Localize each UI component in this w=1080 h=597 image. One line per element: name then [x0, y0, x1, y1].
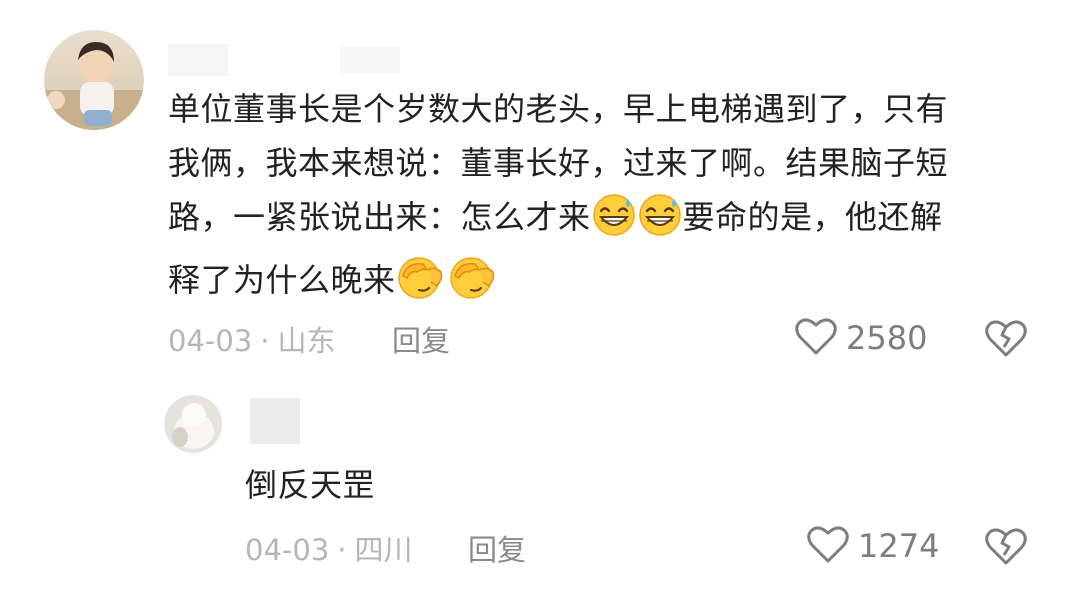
reply-button[interactable]: 回复 — [392, 318, 450, 360]
reply-location: 四川 — [354, 533, 413, 567]
comment-date: 04-03 — [168, 324, 253, 358]
commenter-username[interactable] — [168, 44, 228, 76]
like-button[interactable]: 1274 — [806, 523, 939, 569]
comment-location: 山东 — [277, 324, 336, 358]
meta-separator: · — [337, 533, 347, 567]
comment-line: 路，一紧张说出来：怎么才来 要命的是，他还解 — [168, 190, 1028, 253]
commenter-username-blur — [340, 46, 400, 74]
comment-line: 释了为什么晚来 — [168, 253, 1028, 316]
reply-meta: 04-03 · 四川 — [245, 527, 413, 569]
heart-outline-icon — [794, 315, 838, 361]
grinning-sweat-emoji — [592, 193, 636, 253]
facepalm-emoji — [397, 256, 447, 316]
comment-meta: 04-03 · 山东 — [168, 318, 336, 360]
like-button[interactable]: 2580 — [794, 315, 927, 361]
like-count: 2580 — [846, 319, 928, 357]
commenter-avatar[interactable] — [44, 30, 144, 130]
broken-heart-icon — [984, 320, 1028, 363]
reply-body: 倒反天罡 — [245, 466, 376, 504]
facepalm-emoji — [449, 256, 499, 316]
broken-heart-icon — [984, 528, 1028, 571]
reply-date: 04-03 — [245, 533, 330, 567]
like-count: 1274 — [858, 527, 940, 565]
comment-line: 我俩，我本来想说：董事长好，过来了啊。结果脑子短 — [168, 144, 949, 182]
comment-line-text: 要命的是，他还解 — [682, 198, 943, 236]
replier-username[interactable] — [250, 398, 300, 444]
heart-outline-icon — [806, 523, 850, 569]
comment-line: 单位董事长是个岁数大的老头，早上电梯遇到了，只有 — [168, 90, 949, 128]
reply-button[interactable]: 回复 — [468, 527, 526, 569]
dislike-button[interactable] — [984, 317, 1028, 363]
grinning-sweat-emoji — [638, 193, 682, 253]
comment-line-text: 路，一紧张说出来：怎么才来 — [168, 198, 591, 236]
dislike-button[interactable] — [984, 525, 1028, 571]
comment-line-text: 释了为什么晚来 — [168, 261, 396, 299]
comment-body: 单位董事长是个岁数大的老头，早上电梯遇到了，只有 我俩，我本来想说：董事长好，过… — [168, 82, 1028, 316]
replier-avatar[interactable] — [164, 395, 222, 453]
meta-separator: · — [260, 324, 270, 358]
